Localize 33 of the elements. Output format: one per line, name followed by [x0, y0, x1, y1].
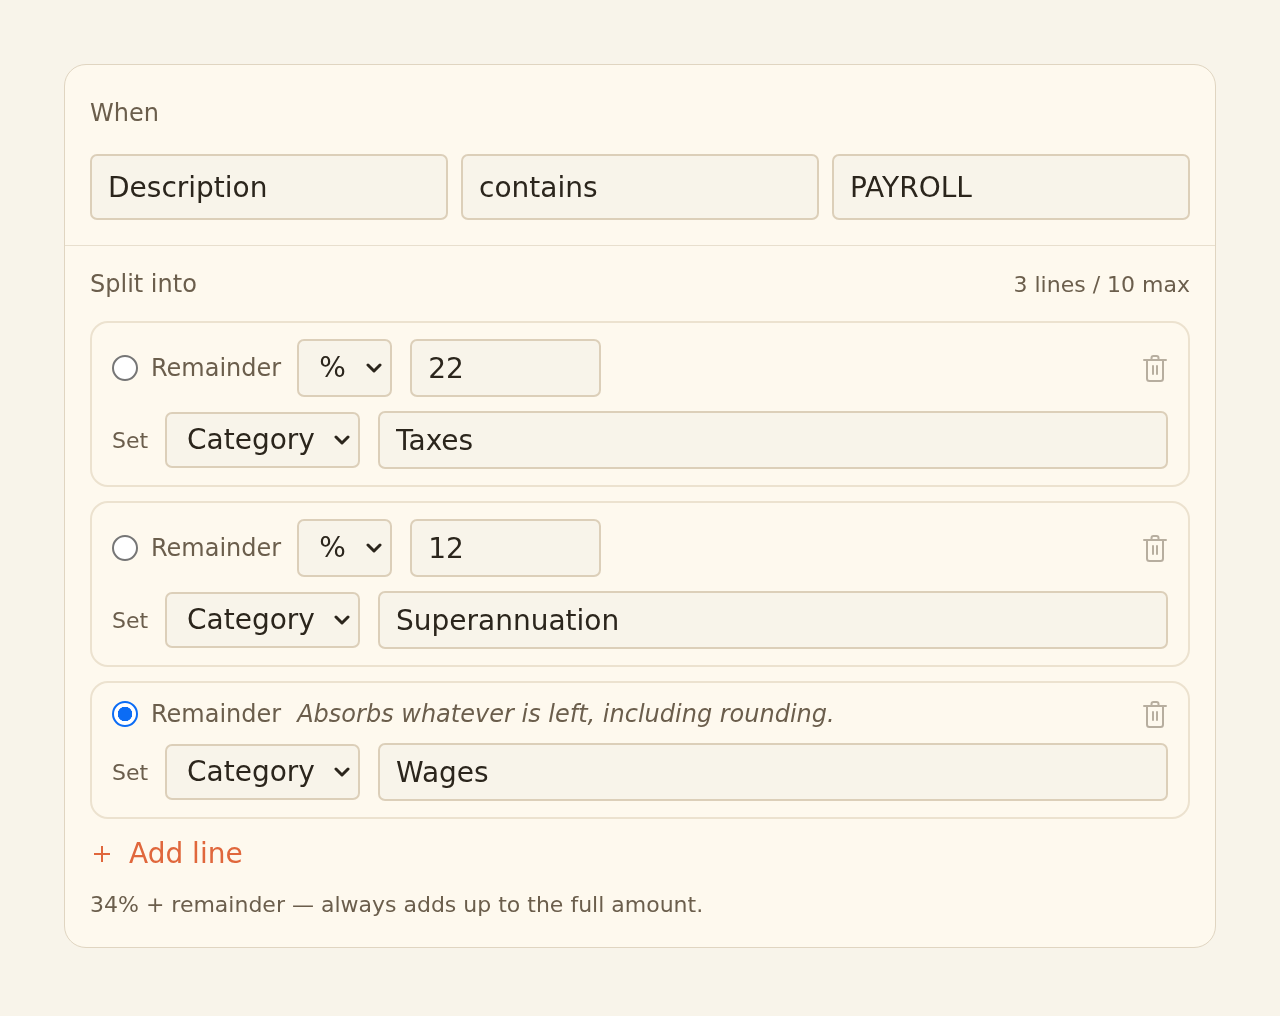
radio-label[interactable]: Remainder [151, 699, 282, 729]
unit-select[interactable]: % [297, 519, 393, 577]
value-input[interactable]: Taxes [378, 411, 1168, 469]
remainder-radio[interactable] [112, 535, 138, 561]
field-input[interactable]: Description [90, 154, 448, 220]
summary-text: 34% + remainder — always adds up to the full amount. [90, 891, 705, 919]
set-label: Set [112, 758, 150, 787]
amount-input[interactable]: 12 [410, 519, 602, 577]
section-label: When [90, 98, 160, 129]
chevron-icon [366, 363, 383, 373]
target-select[interactable]: Category [165, 412, 360, 468]
operator-input[interactable]: contains [461, 154, 819, 220]
chevron-icon [334, 767, 350, 777]
chevron-icon [334, 435, 350, 445]
plus-icon [93, 845, 111, 863]
match-input[interactable]: PAYROLL [832, 154, 1190, 220]
set-label: Set [112, 426, 150, 455]
radio-label[interactable]: Remainder [151, 353, 282, 383]
line-count: 3 lines / 10 max [1013, 271, 1190, 299]
remainder-note: Absorbs whatever is left, including rounding. [297, 699, 835, 729]
section-label: Split into [90, 269, 197, 300]
target-select[interactable]: Category [165, 592, 360, 648]
unit-select[interactable]: % [297, 339, 393, 397]
value-input[interactable]: Superannuation [378, 591, 1168, 649]
remainder-radio[interactable] [112, 701, 138, 727]
radio-label[interactable]: Remainder [151, 533, 282, 563]
amount-input[interactable]: 22 [410, 339, 602, 397]
value-input[interactable]: Wages [378, 743, 1168, 801]
set-label: Set [112, 606, 150, 635]
chevron-icon [366, 543, 383, 553]
target-select[interactable]: Category [165, 744, 360, 800]
chevron-icon [334, 615, 350, 625]
remainder-radio[interactable] [112, 355, 138, 381]
